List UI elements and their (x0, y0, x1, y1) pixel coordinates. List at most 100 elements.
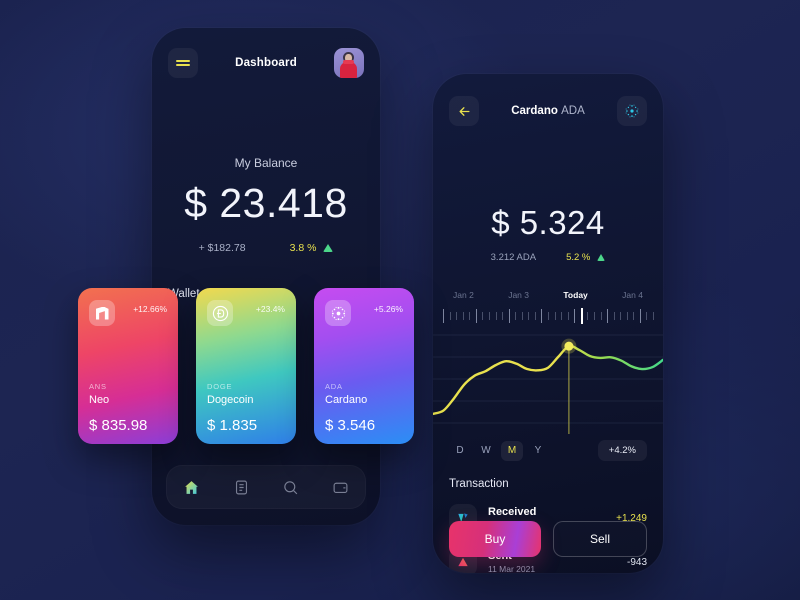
card-symbol: ANS (89, 382, 107, 391)
avatar[interactable] (334, 48, 364, 78)
chart-tick (574, 309, 576, 323)
chart-tick (580, 308, 583, 324)
coin-change-pct: 5.2 % (566, 252, 591, 263)
card-value: $ 3.546 (325, 417, 376, 434)
chart-tick (587, 312, 589, 320)
date-label-today: Today (563, 290, 588, 300)
page-title: Dashboard (235, 57, 297, 69)
wallet-card-neo[interactable]: +12.66% ANS Neo $ 835.98 (78, 288, 178, 444)
chart-tick (541, 309, 543, 323)
chart-line (433, 344, 663, 416)
date-label: Jan 4 (622, 290, 643, 300)
wallet-card-cardano[interactable]: +5.26% ADA Cardano $ 3.546 (314, 288, 414, 444)
chart-tick (482, 312, 484, 320)
transaction-date: 11 Mar 2021 (488, 563, 536, 573)
trend-up-icon (597, 254, 606, 261)
bottom-navigation (166, 465, 366, 509)
coin-subrow: 3.212 ADA 5.2 % (433, 252, 663, 263)
avatar-scarf (343, 60, 354, 64)
chart-tick (508, 309, 510, 323)
chart-tick (495, 312, 497, 320)
balance-label: My Balance (234, 156, 298, 170)
price-chart[interactable] (433, 329, 663, 434)
chart-tick (521, 312, 523, 320)
range-week[interactable]: W (475, 441, 497, 461)
card-value: $ 1.835 (207, 417, 258, 434)
chart-tick (626, 312, 628, 320)
coin-ticker: ADA (561, 105, 585, 117)
chart-tick-ruler (433, 308, 663, 326)
cardano-icon (325, 300, 351, 326)
chart-tick (534, 312, 536, 320)
coin-title: Cardano ADA (511, 105, 585, 117)
dashboard-phone: Dashboard My Balance $ 23.418 + $182.78 … (152, 28, 380, 525)
chart-tick (620, 312, 622, 320)
document-icon[interactable] (233, 479, 250, 496)
chart-gridlines (433, 334, 663, 424)
home-icon[interactable] (183, 479, 200, 496)
chart-tick (593, 312, 595, 320)
coin-price: $ 5.324 (491, 204, 605, 241)
cardano-icon[interactable] (616, 96, 647, 126)
chart-tick (515, 312, 517, 320)
wallet-card-dogecoin[interactable]: +23.4% DOGE Dogecoin $ 1.835 (196, 288, 296, 444)
range-selector-row: D W M Y +4.2% (433, 440, 663, 461)
date-label: Jan 3 (508, 290, 529, 300)
dashboard-header: Dashboard (152, 48, 380, 78)
date-label: Jan 2 (453, 290, 474, 300)
chart-tick (502, 312, 504, 320)
transactions-title: Transaction (449, 478, 509, 490)
coin-detail-phone: Cardano ADA $ 5.324 3.212 ADA 5.2 % Jan … (433, 74, 663, 573)
wallet-card-list: +12.66% ANS Neo $ 835.98 +23.4% DOGE Dog… (78, 288, 414, 444)
chart-tick (469, 312, 471, 320)
card-name: Neo (89, 394, 110, 406)
transaction-type: Received (488, 505, 537, 518)
range-month[interactable]: M (501, 440, 523, 461)
balance-subrow: + $182.78 3.8 % (152, 242, 380, 254)
sell-button[interactable]: Sell (553, 521, 647, 557)
chart-tick (449, 312, 451, 320)
card-name: Cardano (325, 394, 368, 406)
chart-tick (462, 312, 464, 320)
action-buttons: Buy Sell (449, 521, 647, 557)
balance-change-pct: 3.8 % (289, 242, 317, 254)
card-symbol: DOGE (207, 382, 233, 391)
chart-tick (600, 312, 602, 320)
balance-amount: $ 23.418 (184, 180, 348, 226)
card-change-pct: +5.26% (373, 304, 403, 314)
wallet-icon[interactable] (332, 479, 349, 496)
card-value: $ 835.98 (89, 417, 148, 434)
chart-tick (456, 312, 458, 320)
balance-change-value: + $182.78 (198, 242, 246, 254)
avatar-body (340, 62, 357, 78)
chart-tick (646, 312, 648, 320)
chart-tick (633, 312, 635, 320)
chart-tick (561, 312, 563, 320)
trend-up-icon (323, 244, 334, 252)
chart-tick (443, 309, 444, 323)
chart-tick (607, 309, 609, 323)
transaction-amount: -943 (626, 556, 647, 568)
chart-date-labels: Jan 2 Jan 3 Today Jan 4 (433, 290, 663, 300)
range-change-badge: +4.2% (597, 440, 647, 461)
chart-tick (554, 312, 556, 320)
coin-holdings: 3.212 ADA (490, 252, 537, 263)
range-day[interactable]: D (449, 441, 471, 461)
back-arrow-icon[interactable] (449, 96, 479, 126)
hamburger-menu-icon[interactable] (168, 48, 198, 78)
coin-detail-header: Cardano ADA (433, 96, 663, 126)
chart-tick (475, 309, 477, 323)
search-icon[interactable] (282, 479, 299, 496)
chart-tick (653, 312, 654, 320)
chart-tick (548, 312, 549, 320)
coin-name: Cardano (511, 105, 558, 117)
card-change-pct: +23.4% (255, 304, 285, 314)
range-year[interactable]: Y (527, 441, 549, 461)
neo-icon (89, 300, 115, 326)
dogecoin-icon (207, 300, 233, 326)
chart-tick (567, 312, 569, 320)
chart-marker-dot (564, 341, 574, 351)
chart-tick (613, 312, 615, 320)
range-selector: D W M Y (449, 440, 549, 461)
buy-button[interactable]: Buy (449, 521, 541, 557)
